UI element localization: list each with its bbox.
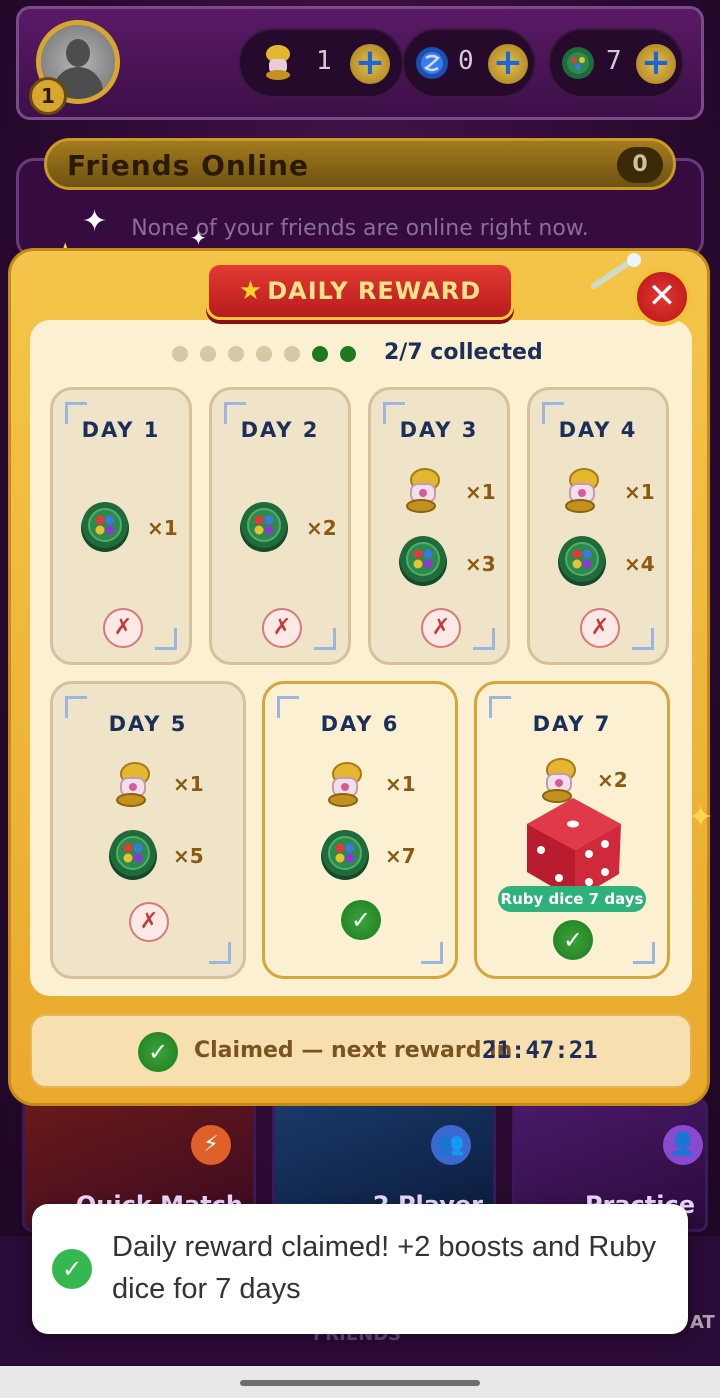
star-icon: ✦ [688, 800, 714, 835]
lightning-icon: ⚡ [191, 1125, 231, 1165]
coin-quantity: ×2 [306, 516, 337, 540]
avatar-head [66, 39, 90, 67]
missed-icon: ✗ [580, 608, 620, 648]
missed-icon: ✗ [103, 608, 143, 648]
coin-icon [397, 532, 449, 588]
nav-chat[interactable]: AT [690, 1312, 715, 1333]
success-icon: ✓ [52, 1249, 92, 1289]
add-boost-button[interactable]: + [350, 44, 390, 84]
missed-icon: ✗ [262, 608, 302, 648]
coin-icon [562, 47, 594, 79]
corner-decoration [632, 628, 654, 650]
boost-icon [266, 45, 290, 80]
coin-icon [238, 498, 290, 554]
coin-quantity: ×4 [624, 552, 655, 576]
boost-quantity: ×1 [385, 772, 416, 796]
progress-dot [284, 346, 300, 362]
add-token-button[interactable]: + [488, 44, 528, 84]
next-reward-timer: 21:47:21 [482, 1036, 598, 1064]
corner-decoration [314, 628, 336, 650]
corner-decoration [155, 628, 177, 650]
boost-counter: 1 + [238, 28, 404, 98]
progress-dot [200, 346, 216, 362]
ruby-dice-badge: Ruby dice 7 days [498, 886, 646, 912]
coin-icon [79, 498, 131, 554]
claim-status-bar: ✓ Claimed — next reward in 21:47:21 [30, 1014, 692, 1088]
modal-title-banner: ★ DAILY REWARD [206, 262, 514, 320]
sparkle-icon: ✦ [190, 226, 207, 250]
boost-icon [401, 466, 445, 516]
star-icon: ★ [238, 276, 263, 306]
boost-icon [560, 466, 604, 516]
day-card-6[interactable]: DAY 6 ×1 ×7 ✓ [262, 681, 458, 979]
claim-status-text: Claimed — next reward in [194, 1038, 513, 1063]
token-count: 0 [458, 46, 474, 76]
claimed-check-icon: ✓ [553, 920, 593, 960]
day-card-3[interactable]: DAY 3 ×1 ×3 ✗ [368, 387, 510, 665]
token-counter: 0 + [402, 28, 536, 98]
corner-decoration [421, 942, 443, 964]
day-card-4[interactable]: DAY 4 ×1 ×4 ✗ [527, 387, 669, 665]
check-icon: ✓ [138, 1032, 178, 1072]
day-title: DAY 2 [240, 418, 320, 442]
token-icon [416, 47, 448, 79]
day-title: DAY 3 [399, 418, 479, 442]
day-title: DAY 7 [532, 712, 612, 736]
boost-icon [111, 760, 155, 810]
add-coin-button[interactable]: + [636, 44, 676, 84]
toast-message: Daily reward claimed! +2 boosts and Ruby… [112, 1231, 657, 1305]
coin-count: 7 [606, 46, 622, 76]
friends-header: Friends Online 0 [44, 138, 676, 190]
day-title: DAY 5 [108, 712, 188, 736]
boost-icon [323, 760, 367, 810]
day-title: DAY 6 [320, 712, 400, 736]
toast-notification: ✓ Daily reward claimed! +2 boosts and Ru… [32, 1204, 688, 1334]
missed-icon: ✗ [421, 608, 461, 648]
progress-dot-filled [340, 346, 356, 362]
coin-quantity: ×1 [147, 516, 178, 540]
day-card-7[interactable]: DAY 7 ×2 ✓ [474, 681, 670, 979]
modal-title: DAILY REWARD [267, 277, 482, 305]
friends-empty-text: None of your friends are online right no… [131, 216, 589, 241]
missed-icon: ✗ [129, 902, 169, 942]
corner-decoration [633, 942, 655, 964]
boost-quantity: ×1 [173, 772, 204, 796]
sparkle-icon: ✦ [82, 204, 108, 239]
day-card-5[interactable]: DAY 5 ×1 ×5 ✗ [50, 681, 246, 979]
progress-dot [172, 346, 188, 362]
players-icon: 👥 [431, 1125, 471, 1165]
friends-count: 0 [617, 147, 663, 183]
coin-quantity: ×3 [465, 552, 496, 576]
day-card-1[interactable]: DAY 1 ×1 ✗ [50, 387, 192, 665]
coin-quantity: ×5 [173, 844, 204, 868]
day-title: DAY 4 [558, 418, 638, 442]
progress-dot [256, 346, 272, 362]
coin-counter: 7 + [548, 28, 684, 98]
boost-count: 1 [316, 46, 332, 76]
coin-icon [107, 826, 159, 882]
friends-title: Friends Online [67, 149, 309, 182]
day-card-2[interactable]: DAY 2 ×2 ✗ [209, 387, 351, 665]
coin-icon [556, 532, 608, 588]
progress-dot-filled [312, 346, 328, 362]
coin-quantity: ×7 [385, 844, 416, 868]
person-icon: 👤 [663, 1125, 703, 1165]
coin-icon [319, 826, 371, 882]
boost-quantity: ×1 [624, 480, 655, 504]
claimed-check-icon: ✓ [341, 900, 381, 940]
boost-quantity: ×1 [465, 480, 496, 504]
boost-quantity: ×2 [597, 768, 628, 792]
level-badge: 1 [29, 77, 67, 115]
corner-decoration [473, 628, 495, 650]
progress-dot [228, 346, 244, 362]
close-button[interactable]: ✕ [633, 268, 691, 326]
collected-count: 2/7 collected [384, 340, 543, 365]
day-title: DAY 1 [81, 418, 161, 442]
home-indicator[interactable] [240, 1380, 480, 1386]
corner-decoration [209, 942, 231, 964]
